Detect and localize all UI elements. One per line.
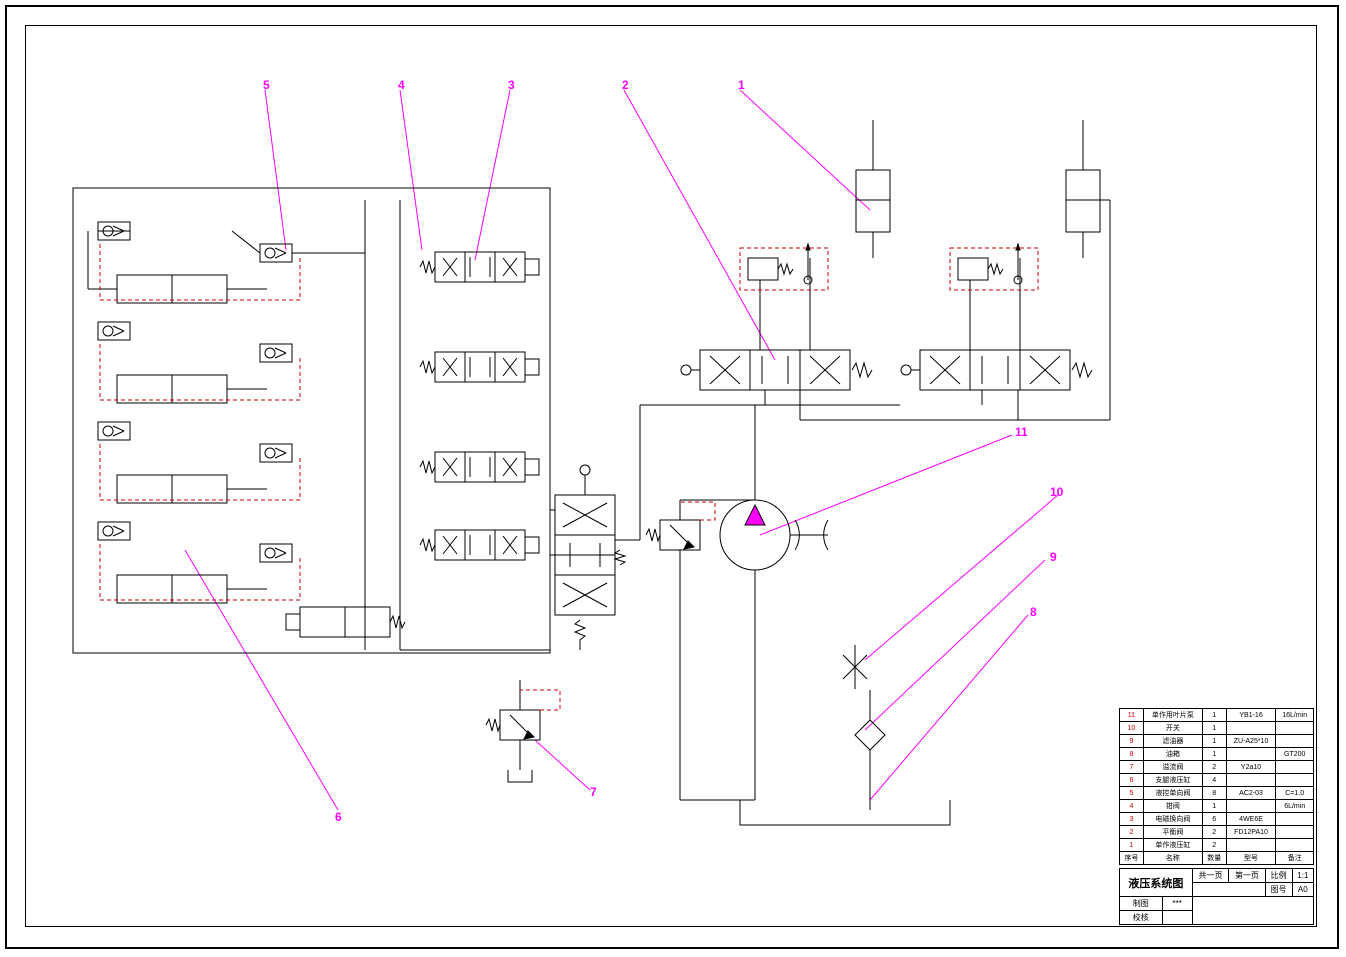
title-block: 液压系统图 共一页 第一页 比例 1:1 图号 A0 制图*** 校核 <box>1119 868 1314 925</box>
bom-row: 9滤油器1ZU-A25*10 <box>1120 735 1314 748</box>
bom-table: 11单作用叶片泵1YB1-1616L/min10开关19滤油器1ZU-A25*1… <box>1119 708 1314 865</box>
bom-row: 7溢流阀2Y2a10 <box>1120 761 1314 774</box>
bom-row: 10开关1 <box>1120 722 1314 735</box>
bom-row: 5液控单向阀8AC2-03C=1.0 <box>1120 787 1314 800</box>
bom-row: 4钳阀16L/min <box>1120 800 1314 813</box>
page: 5 4 3 2 1 11 10 9 8 6 7 <box>0 0 1346 957</box>
drawing-title: 液压系统图 <box>1120 869 1193 897</box>
bom-row: 1单作液压缸2 <box>1120 839 1314 852</box>
bom-row: 11单作用叶片泵1YB1-1616L/min <box>1120 709 1314 722</box>
bom-row: 2平衡阀2FD12PA10 <box>1120 826 1314 839</box>
bom-row: 8油箱1GT200 <box>1120 748 1314 761</box>
bom-row: 3电磁换向阀64WE6E <box>1120 813 1314 826</box>
bom-row: 6支腿液压缸4 <box>1120 774 1314 787</box>
